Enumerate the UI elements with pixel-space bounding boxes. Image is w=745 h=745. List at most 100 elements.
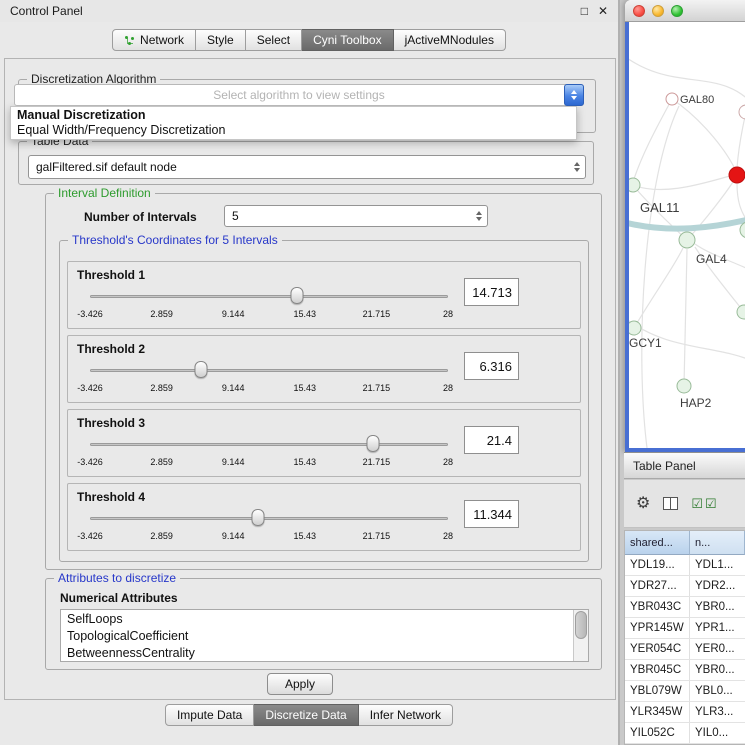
gear-icon[interactable]: ⚙ bbox=[636, 496, 650, 512]
tab-style[interactable]: Style bbox=[196, 29, 246, 51]
column-header-2[interactable]: n... bbox=[690, 531, 745, 555]
number-of-intervals-value: 5 bbox=[225, 209, 239, 223]
table-cell: YDR27... bbox=[625, 576, 690, 596]
table-row[interactable]: YLR345WYLR3... bbox=[625, 702, 745, 723]
column-header-1[interactable]: shared... bbox=[625, 531, 690, 555]
tab-cyni-toolbox[interactable]: Cyni Toolbox bbox=[302, 29, 393, 51]
table-row[interactable]: YBR043CYBR0... bbox=[625, 597, 745, 618]
table-row[interactable]: YBR045CYBR0... bbox=[625, 660, 745, 681]
node-label: GAL80 bbox=[680, 94, 714, 106]
threshold-1-slider[interactable] bbox=[90, 287, 448, 305]
select-columns-icon[interactable]: ☑ ☑ bbox=[691, 497, 716, 510]
network-node[interactable] bbox=[739, 105, 745, 119]
table-toolbar: ⚙ ☑ ☑ bbox=[624, 480, 745, 528]
minimize-window-icon[interactable] bbox=[652, 5, 664, 17]
tab-impute-data[interactable]: Impute Data bbox=[165, 704, 254, 726]
combo-stepper-icon[interactable] bbox=[564, 84, 584, 106]
tab-network[interactable]: Network bbox=[112, 29, 196, 51]
algorithm-dropdown-list: Manual DiscretizationEqual Width/Frequen… bbox=[10, 106, 577, 140]
network-node[interactable] bbox=[679, 232, 695, 248]
control-panel-title: Control Panel bbox=[10, 4, 83, 18]
tab-jactivemnodules[interactable]: jActiveMNodules bbox=[394, 29, 506, 51]
tick-label: 2.859 bbox=[150, 309, 173, 319]
tab-label: jActiveMNodules bbox=[405, 33, 494, 47]
threshold-3-slider[interactable] bbox=[90, 435, 448, 453]
network-node[interactable] bbox=[666, 93, 678, 105]
threshold-2-slider[interactable] bbox=[90, 361, 448, 379]
number-of-intervals-combobox[interactable]: 5 bbox=[224, 205, 488, 227]
table-panel-header[interactable]: Table Panel bbox=[624, 452, 745, 479]
tick-label: 9.144 bbox=[222, 531, 245, 541]
table-row[interactable]: YER054CYER0... bbox=[625, 639, 745, 660]
network-node[interactable] bbox=[740, 222, 745, 238]
number-of-intervals-label: Number of Intervals bbox=[84, 210, 197, 224]
table-data-combobox[interactable]: galFiltered.sif default node bbox=[28, 155, 586, 179]
tick-label: 2.859 bbox=[150, 383, 173, 393]
apply-button[interactable]: Apply bbox=[267, 673, 333, 695]
network-node[interactable] bbox=[677, 379, 691, 393]
highlighted-edge[interactable] bbox=[629, 218, 745, 229]
table-row[interactable]: YDL19...YDL1... bbox=[625, 555, 745, 576]
float-panel-icon[interactable]: □ bbox=[581, 4, 588, 18]
tab-label: Style bbox=[207, 33, 234, 47]
threshold-4-slider[interactable] bbox=[90, 509, 448, 527]
algorithm-combobox[interactable]: Select algorithm to view settings bbox=[14, 84, 584, 106]
slider-scale: -3.4262.8599.14415.4321.71528 bbox=[90, 383, 448, 395]
table-cell: YLR345W bbox=[625, 702, 690, 722]
threshold-3-box: Threshold 3-3.4262.8599.14415.4321.71528… bbox=[67, 409, 581, 477]
slider-thumb[interactable] bbox=[290, 287, 303, 304]
threshold-1-label: Threshold 1 bbox=[77, 268, 145, 282]
table-cell: YPR1... bbox=[690, 618, 745, 638]
slider-thumb[interactable] bbox=[252, 509, 265, 526]
table-cell: YIL052C bbox=[625, 723, 690, 743]
tab-infer-network[interactable]: Infer Network bbox=[359, 704, 453, 726]
network-canvas[interactable]: GAL80 GAL11 GAL4 GCY1 HAP2 bbox=[625, 22, 745, 452]
threshold-4-value-field[interactable]: 11.344 bbox=[464, 500, 519, 528]
threshold-2-value-field[interactable]: 6.316 bbox=[464, 352, 519, 380]
threshold-1-box: Threshold 1-3.4262.8599.14415.4321.71528… bbox=[67, 261, 581, 329]
table-cell: YBL0... bbox=[690, 681, 745, 701]
attribute-item-selfloops[interactable]: SelfLoops bbox=[61, 611, 573, 628]
table-row[interactable]: YBL079WYBL0... bbox=[625, 681, 745, 702]
node-label: GCY1 bbox=[629, 336, 662, 350]
slider-thumb[interactable] bbox=[366, 435, 379, 452]
attribute-item-topologicalcoefficient[interactable]: TopologicalCoefficient bbox=[61, 628, 573, 645]
table-panel-title: Table Panel bbox=[633, 459, 696, 473]
tick-label: 15.43 bbox=[294, 309, 317, 319]
table-body: YDL19...YDL1...YDR27...YDR2...YBR043CYBR… bbox=[625, 555, 745, 744]
algorithm-option-equal-width-frequency-discretization[interactable]: Equal Width/Frequency Discretization bbox=[11, 123, 576, 138]
slider-thumb[interactable] bbox=[194, 361, 207, 378]
columns-icon[interactable] bbox=[663, 497, 678, 510]
node-label: GAL11 bbox=[640, 200, 680, 215]
network-node[interactable] bbox=[737, 305, 745, 319]
algorithm-option-manual-discretization[interactable]: Manual Discretization bbox=[11, 108, 576, 123]
threshold-3-value-field[interactable]: 21.4 bbox=[464, 426, 519, 454]
tick-label: 28 bbox=[443, 531, 453, 541]
network-window-titlebar[interactable] bbox=[625, 0, 745, 22]
network-node[interactable] bbox=[629, 321, 641, 335]
attribute-item-betweennesscentrality[interactable]: BetweennessCentrality bbox=[61, 645, 573, 662]
table-row[interactable]: YPR145WYPR1... bbox=[625, 618, 745, 639]
zoom-window-icon[interactable] bbox=[671, 5, 683, 17]
slider-track bbox=[90, 517, 448, 520]
scrollbar-thumb[interactable] bbox=[575, 611, 587, 639]
network-window: GAL80 GAL11 GAL4 GCY1 HAP2 bbox=[625, 0, 745, 452]
table-row[interactable]: YDR27...YDR2... bbox=[625, 576, 745, 597]
tick-label: 28 bbox=[443, 457, 453, 467]
table-cell: YBL079W bbox=[625, 681, 690, 701]
tab-label: Cyni Toolbox bbox=[313, 33, 381, 47]
tab-discretize-data[interactable]: Discretize Data bbox=[254, 704, 358, 726]
network-node-selected[interactable] bbox=[729, 167, 745, 183]
table-row[interactable]: YIL052CYIL0... bbox=[625, 723, 745, 744]
slider-track bbox=[90, 443, 448, 446]
control-panel-titlebar: Control Panel □ ✕ bbox=[0, 0, 618, 22]
close-window-icon[interactable] bbox=[633, 5, 645, 17]
threshold-4-box: Threshold 4-3.4262.8599.14415.4321.71528… bbox=[67, 483, 581, 551]
tick-label: -3.426 bbox=[77, 383, 103, 393]
close-panel-icon[interactable]: ✕ bbox=[598, 4, 608, 18]
list-scrollbar[interactable] bbox=[573, 610, 588, 661]
tick-label: 28 bbox=[443, 383, 453, 393]
threshold-1-value-field[interactable]: 14.713 bbox=[464, 278, 519, 306]
network-node[interactable] bbox=[629, 178, 640, 192]
tab-select[interactable]: Select bbox=[246, 29, 302, 51]
